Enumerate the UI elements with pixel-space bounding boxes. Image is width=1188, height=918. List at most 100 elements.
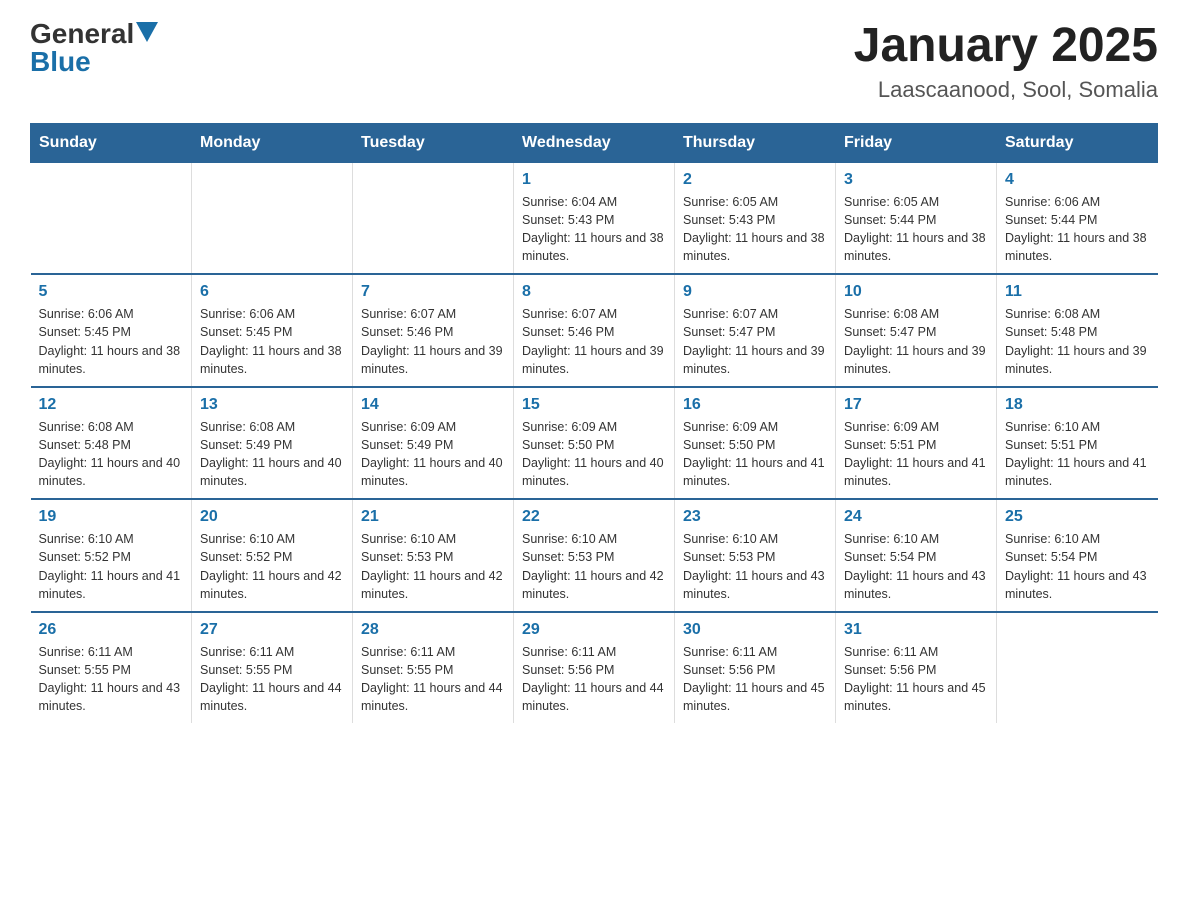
- logo-triangle-icon: [136, 22, 158, 42]
- calendar-cell: 27 Sunrise: 6:11 AM Sunset: 5:55 PM Dayli…: [192, 612, 353, 724]
- day-number: 30: [683, 621, 827, 639]
- day-number: 1: [522, 171, 666, 189]
- day-number: 23: [683, 508, 827, 526]
- day-header-sunday: Sunday: [31, 123, 192, 162]
- day-info: Sunrise: 6:11 AM Sunset: 5:56 PM Dayligh…: [522, 643, 666, 716]
- day-header-thursday: Thursday: [675, 123, 836, 162]
- calendar-cell: 11 Sunrise: 6:08 AM Sunset: 5:48 PM Dayli…: [997, 274, 1158, 387]
- calendar-cell: 15Sunrise: 6:09 AM Sunset: 5:50 PM Dayli…: [514, 387, 675, 500]
- calendar-table: SundayMondayTuesdayWednesdayThursdayFrid…: [30, 123, 1158, 724]
- day-info: Sunrise: 6:11 AM Sunset: 5:55 PM Dayligh…: [200, 643, 344, 716]
- day-header-monday: Monday: [192, 123, 353, 162]
- calendar-cell: 12 Sunrise: 6:08 AM Sunset: 5:48 PM Dayli…: [31, 387, 192, 500]
- day-info: Sunrise: 6:11 AM Sunset: 5:55 PM Dayligh…: [361, 643, 505, 716]
- day-number: 6: [200, 283, 344, 301]
- calendar-cell: 21 Sunrise: 6:10 AM Sunset: 5:53 PM Dayli…: [353, 499, 514, 612]
- calendar-cell: 2 Sunrise: 6:05 AM Sunset: 5:43 PM Daylig…: [675, 162, 836, 274]
- calendar-cell: 5Sunrise: 6:06 AM Sunset: 5:45 PM Daylig…: [31, 274, 192, 387]
- day-number: 4: [1005, 171, 1150, 189]
- calendar-cell: [192, 162, 353, 274]
- week-row-2: 5Sunrise: 6:06 AM Sunset: 5:45 PM Daylig…: [31, 274, 1158, 387]
- calendar-cell: 22 Sunrise: 6:10 AM Sunset: 5:53 PM Dayli…: [514, 499, 675, 612]
- day-number: 28: [361, 621, 505, 639]
- calendar-cell: 3 Sunrise: 6:05 AM Sunset: 5:44 PM Daylig…: [836, 162, 997, 274]
- calendar-cell: 1 Sunrise: 6:04 AM Sunset: 5:43 PM Daylig…: [514, 162, 675, 274]
- day-info: Sunrise: 6:05 AM Sunset: 5:44 PM Dayligh…: [844, 193, 988, 266]
- calendar-cell: 13 Sunrise: 6:08 AM Sunset: 5:49 PM Dayli…: [192, 387, 353, 500]
- calendar-cell: 30 Sunrise: 6:11 AM Sunset: 5:56 PM Dayli…: [675, 612, 836, 724]
- day-number: 8: [522, 283, 666, 301]
- day-number: 14: [361, 396, 505, 414]
- day-info: Sunrise: 6:10 AM Sunset: 5:53 PM Dayligh…: [683, 530, 827, 603]
- day-number: 22: [522, 508, 666, 526]
- day-number: 24: [844, 508, 988, 526]
- day-header-friday: Friday: [836, 123, 997, 162]
- day-number: 21: [361, 508, 505, 526]
- day-info: Sunrise: 6:10 AM Sunset: 5:51 PM Dayligh…: [1005, 418, 1150, 491]
- day-info: Sunrise: 6:04 AM Sunset: 5:43 PM Dayligh…: [522, 193, 666, 266]
- day-number: 17: [844, 396, 988, 414]
- week-row-5: 26 Sunrise: 6:11 AM Sunset: 5:55 PM Dayli…: [31, 612, 1158, 724]
- day-number: 12: [39, 396, 184, 414]
- day-info: Sunrise: 6:09 AM Sunset: 5:49 PM Dayligh…: [361, 418, 505, 491]
- day-info: Sunrise: 6:08 AM Sunset: 5:48 PM Dayligh…: [39, 418, 184, 491]
- day-info: Sunrise: 6:11 AM Sunset: 5:56 PM Dayligh…: [844, 643, 988, 716]
- day-number: 13: [200, 396, 344, 414]
- day-info: Sunrise: 6:10 AM Sunset: 5:53 PM Dayligh…: [522, 530, 666, 603]
- calendar-cell: 17 Sunrise: 6:09 AM Sunset: 5:51 PM Dayli…: [836, 387, 997, 500]
- day-number: 25: [1005, 508, 1150, 526]
- day-info: Sunrise: 6:08 AM Sunset: 5:47 PM Dayligh…: [844, 305, 988, 378]
- day-info: Sunrise: 6:07 AM Sunset: 5:46 PM Dayligh…: [522, 305, 666, 378]
- calendar-cell: 6Sunrise: 6:06 AM Sunset: 5:45 PM Daylig…: [192, 274, 353, 387]
- day-info: Sunrise: 6:10 AM Sunset: 5:54 PM Dayligh…: [1005, 530, 1150, 603]
- calendar-cell: 20Sunrise: 6:10 AM Sunset: 5:52 PM Dayli…: [192, 499, 353, 612]
- day-info: Sunrise: 6:07 AM Sunset: 5:46 PM Dayligh…: [361, 305, 505, 378]
- calendar-header: SundayMondayTuesdayWednesdayThursdayFrid…: [31, 123, 1158, 162]
- calendar-cell: [31, 162, 192, 274]
- calendar-cell: 4 Sunrise: 6:06 AM Sunset: 5:44 PM Daylig…: [997, 162, 1158, 274]
- day-number: 20: [200, 508, 344, 526]
- day-number: 26: [39, 621, 184, 639]
- calendar-cell: 19 Sunrise: 6:10 AM Sunset: 5:52 PM Dayli…: [31, 499, 192, 612]
- calendar-cell: 26 Sunrise: 6:11 AM Sunset: 5:55 PM Dayli…: [31, 612, 192, 724]
- title-area: January 2025 Laascaanood, Sool, Somalia: [854, 20, 1158, 103]
- day-number: 7: [361, 283, 505, 301]
- day-number: 16: [683, 396, 827, 414]
- logo-general: General: [30, 20, 134, 48]
- week-row-3: 12 Sunrise: 6:08 AM Sunset: 5:48 PM Dayli…: [31, 387, 1158, 500]
- day-info: Sunrise: 6:08 AM Sunset: 5:48 PM Dayligh…: [1005, 305, 1150, 378]
- day-info: Sunrise: 6:11 AM Sunset: 5:56 PM Dayligh…: [683, 643, 827, 716]
- day-number: 11: [1005, 283, 1150, 301]
- calendar-body: 1 Sunrise: 6:04 AM Sunset: 5:43 PM Daylig…: [31, 162, 1158, 723]
- calendar-cell: [353, 162, 514, 274]
- day-info: Sunrise: 6:05 AM Sunset: 5:43 PM Dayligh…: [683, 193, 827, 266]
- location: Laascaanood, Sool, Somalia: [854, 77, 1158, 103]
- month-title: January 2025: [854, 20, 1158, 73]
- day-info: Sunrise: 6:06 AM Sunset: 5:44 PM Dayligh…: [1005, 193, 1150, 266]
- day-info: Sunrise: 6:10 AM Sunset: 5:53 PM Dayligh…: [361, 530, 505, 603]
- calendar-cell: 28 Sunrise: 6:11 AM Sunset: 5:55 PM Dayli…: [353, 612, 514, 724]
- page-header: General Blue January 2025 Laascaanood, S…: [30, 20, 1158, 103]
- week-row-1: 1 Sunrise: 6:04 AM Sunset: 5:43 PM Daylig…: [31, 162, 1158, 274]
- calendar-cell: 10Sunrise: 6:08 AM Sunset: 5:47 PM Dayli…: [836, 274, 997, 387]
- day-info: Sunrise: 6:07 AM Sunset: 5:47 PM Dayligh…: [683, 305, 827, 378]
- calendar-cell: 29Sunrise: 6:11 AM Sunset: 5:56 PM Dayli…: [514, 612, 675, 724]
- calendar-cell: 9Sunrise: 6:07 AM Sunset: 5:47 PM Daylig…: [675, 274, 836, 387]
- day-number: 31: [844, 621, 988, 639]
- day-info: Sunrise: 6:10 AM Sunset: 5:54 PM Dayligh…: [844, 530, 988, 603]
- header-row: SundayMondayTuesdayWednesdayThursdayFrid…: [31, 123, 1158, 162]
- day-info: Sunrise: 6:09 AM Sunset: 5:50 PM Dayligh…: [683, 418, 827, 491]
- calendar-cell: 25 Sunrise: 6:10 AM Sunset: 5:54 PM Dayli…: [997, 499, 1158, 612]
- day-number: 19: [39, 508, 184, 526]
- calendar-cell: 8 Sunrise: 6:07 AM Sunset: 5:46 PM Daylig…: [514, 274, 675, 387]
- day-info: Sunrise: 6:10 AM Sunset: 5:52 PM Dayligh…: [39, 530, 184, 603]
- day-number: 3: [844, 171, 988, 189]
- day-header-wednesday: Wednesday: [514, 123, 675, 162]
- day-number: 27: [200, 621, 344, 639]
- day-number: 2: [683, 171, 827, 189]
- logo: General Blue: [30, 20, 158, 76]
- day-info: Sunrise: 6:08 AM Sunset: 5:49 PM Dayligh…: [200, 418, 344, 491]
- calendar-cell: 7 Sunrise: 6:07 AM Sunset: 5:46 PM Daylig…: [353, 274, 514, 387]
- day-info: Sunrise: 6:09 AM Sunset: 5:51 PM Dayligh…: [844, 418, 988, 491]
- day-info: Sunrise: 6:11 AM Sunset: 5:55 PM Dayligh…: [39, 643, 184, 716]
